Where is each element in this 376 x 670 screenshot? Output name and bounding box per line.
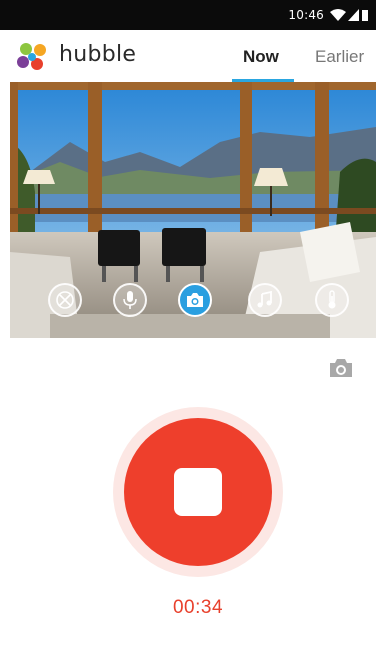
signal-icon [348, 9, 359, 21]
snapshot-button[interactable] [178, 283, 212, 317]
app-header: hubble Now Earlier [0, 30, 376, 83]
talk-button[interactable] [113, 283, 147, 317]
camera-icon[interactable] [328, 357, 354, 379]
tab-earlier[interactable]: Earlier [315, 47, 364, 67]
stop-icon [174, 468, 222, 516]
status-bar: 10:46 [0, 0, 376, 30]
tab-now[interactable]: Now [243, 47, 279, 67]
hubble-logo-icon [17, 43, 46, 70]
microphone-icon [123, 291, 137, 309]
app-name: hubble [59, 42, 137, 67]
recording-timer: 00:34 [172, 597, 224, 618]
left-border [0, 82, 10, 670]
joystick-icon [56, 291, 74, 309]
stop-recording-button[interactable] [124, 418, 272, 566]
pan-tilt-button[interactable] [48, 283, 82, 317]
thermometer-icon [328, 290, 336, 309]
lullaby-button[interactable] [248, 283, 282, 317]
wifi-icon [330, 9, 346, 21]
battery-icon [362, 9, 368, 21]
status-time: 10:46 [288, 8, 324, 22]
temperature-button[interactable] [315, 283, 349, 317]
camera-icon [187, 293, 203, 307]
camera-controls-bar [10, 280, 376, 324]
music-note-icon [257, 291, 272, 308]
